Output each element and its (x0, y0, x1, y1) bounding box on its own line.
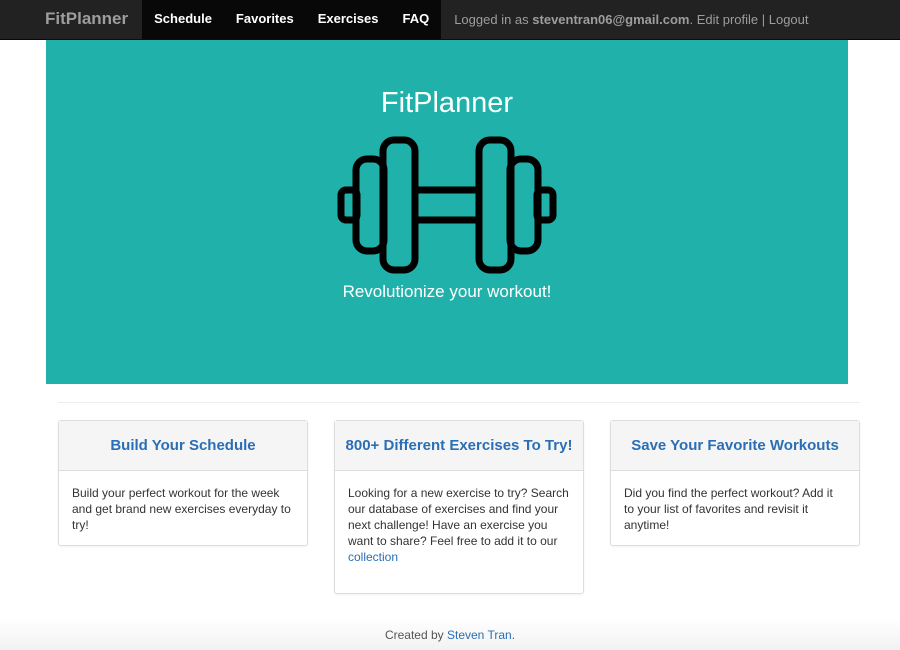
footer: Created by Steven Tran. (0, 618, 900, 650)
footer-prefix: Created by (384, 628, 447, 642)
collection-link[interactable]: collection (348, 550, 398, 564)
brand-link[interactable]: FitPlanner (0, 0, 142, 40)
panel-body: Looking for a new exercise to try? Searc… (335, 471, 583, 577)
panel-favorites: Save Your Favorite Workouts Did you find… (610, 420, 860, 546)
user-email: steventran06@gmail.com (532, 12, 690, 27)
hero-title: FitPlanner (380, 87, 514, 119)
nav-faq[interactable]: FAQ (390, 0, 441, 40)
edit-profile-link[interactable]: Edit profile (697, 12, 758, 27)
panel-heading: Save Your Favorite Workouts (611, 421, 859, 471)
nav-schedule[interactable]: Schedule (142, 0, 224, 40)
nav-exercises[interactable]: Exercises (306, 0, 391, 40)
nav-links: Schedule Favorites Exercises FAQ (142, 0, 442, 40)
email-suffix: . (689, 12, 697, 27)
panel-heading: Build Your Schedule (59, 421, 307, 471)
panel-body-text: Looking for a new exercise to try? Searc… (348, 486, 569, 548)
user-status: Logged in as steventran06@gmail.com. Edi… (441, 1, 808, 38)
hero-banner: FitPlanner Revolutionize your workout! (46, 40, 848, 384)
panel-exercises: 800+ Different Exercises To Try! Looking… (334, 420, 584, 594)
panel-body: Build your perfect workout for the week … (72, 486, 291, 532)
top-navbar: FitPlanner Schedule Favorites Exercises … (0, 0, 900, 40)
section-divider (58, 402, 860, 403)
nav-favorites[interactable]: Favorites (224, 0, 306, 40)
panel-build-schedule: Build Your Schedule Build your perfect w… (58, 420, 308, 546)
hero-subtitle: Revolutionize your workout! (342, 282, 552, 301)
nav-separator: | (758, 12, 769, 27)
dumbbell-icon (337, 136, 557, 274)
footer-suffix: . (511, 628, 516, 642)
author-link[interactable]: Steven Tran (447, 628, 512, 642)
logged-in-label: Logged in as (454, 12, 533, 27)
logout-link[interactable]: Logout (769, 12, 809, 27)
panel-heading: 800+ Different Exercises To Try! (335, 421, 583, 471)
panel-body: Did you find the perfect workout? Add it… (624, 486, 833, 532)
